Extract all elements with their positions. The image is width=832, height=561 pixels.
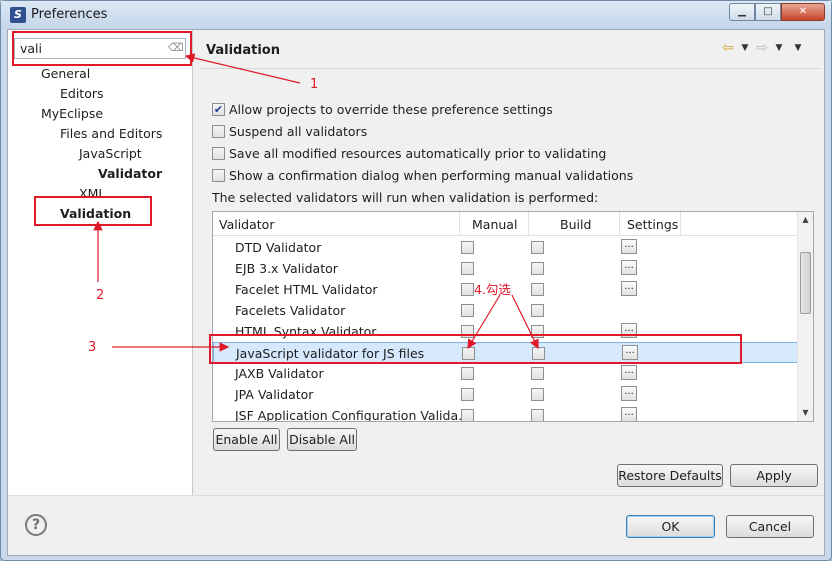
preferences-window: S Preferences ▁ □ ✕ vali ⌫ General Editor… bbox=[0, 0, 832, 561]
column-header-settings[interactable]: Settings bbox=[627, 217, 678, 232]
settings-button[interactable]: ... bbox=[621, 407, 637, 421]
validator-name: Facelets Validator bbox=[235, 303, 346, 318]
column-header-manual[interactable]: Manual bbox=[472, 217, 517, 232]
back-dropdown-icon[interactable]: ▼ bbox=[740, 43, 750, 53]
option-label[interactable]: Show a confirmation dialog when performi… bbox=[229, 168, 633, 183]
build-checkbox[interactable] bbox=[531, 388, 544, 401]
table-row[interactable]: JSF Application Configuration Valida....… bbox=[213, 405, 799, 422]
settings-button[interactable]: ... bbox=[621, 281, 637, 296]
option-row: Save all modified resources automaticall… bbox=[212, 146, 606, 161]
apply-button[interactable]: Apply bbox=[730, 464, 818, 487]
annotation-number-1: 1 bbox=[310, 77, 319, 92]
build-checkbox[interactable] bbox=[531, 304, 544, 317]
close-button[interactable]: ✕ bbox=[781, 3, 825, 21]
option-label[interactable]: Suspend all validators bbox=[229, 124, 367, 139]
preferences-tree-panel: vali ⌫ General Editors MyEclipse Files and … bbox=[8, 30, 193, 495]
dialog-client: vali ⌫ General Editors MyEclipse Files and … bbox=[7, 29, 825, 556]
validator-name: Facelet HTML Validator bbox=[235, 282, 378, 297]
tree-item-validator[interactable]: Validator bbox=[98, 166, 162, 181]
enable-all-button[interactable]: Enable All bbox=[213, 428, 280, 451]
annotation-number-3: 3 bbox=[88, 340, 97, 355]
option-checkbox[interactable] bbox=[212, 169, 225, 182]
manual-checkbox[interactable] bbox=[461, 241, 474, 254]
table-scrollbar[interactable]: ▲ ▼ bbox=[797, 212, 813, 421]
settings-button[interactable]: ... bbox=[621, 260, 637, 275]
table-row[interactable]: DTD Validator... bbox=[213, 237, 799, 258]
annotation-number-2: 2 bbox=[96, 288, 105, 303]
tree-item-javascript[interactable]: JavaScript bbox=[79, 146, 142, 161]
scroll-up-icon[interactable]: ▲ bbox=[798, 212, 813, 228]
scroll-thumb[interactable] bbox=[800, 252, 811, 314]
validator-name: JSF Application Configuration Valida... bbox=[235, 408, 471, 422]
forward-dropdown-icon[interactable]: ▼ bbox=[774, 43, 784, 53]
table-row[interactable]: EJB 3.x Validator... bbox=[213, 258, 799, 279]
validator-name: EJB 3.x Validator bbox=[235, 261, 338, 276]
manual-checkbox[interactable] bbox=[461, 388, 474, 401]
option-checkbox[interactable] bbox=[212, 125, 225, 138]
help-icon[interactable]: ? bbox=[25, 514, 47, 536]
manual-checkbox[interactable] bbox=[461, 283, 474, 296]
build-checkbox[interactable] bbox=[531, 241, 544, 254]
table-row[interactable]: JPA Validator... bbox=[213, 384, 799, 405]
ok-button[interactable]: OK bbox=[626, 515, 715, 538]
build-checkbox[interactable] bbox=[531, 283, 544, 296]
forward-arrow-icon[interactable]: ⇨ bbox=[754, 40, 770, 56]
manual-checkbox[interactable] bbox=[461, 367, 474, 380]
build-checkbox[interactable] bbox=[531, 409, 544, 421]
table-header: Validator Manual Build Settings bbox=[213, 212, 799, 236]
validators-info-text: The selected validators will run when va… bbox=[212, 190, 599, 205]
build-checkbox[interactable] bbox=[531, 367, 544, 380]
validators-table: Validator Manual Build Settings DTD Vali… bbox=[212, 211, 814, 422]
view-menu-icon[interactable]: ▼ bbox=[792, 43, 804, 53]
tree-item-general[interactable]: General bbox=[41, 66, 90, 81]
page-title: Validation bbox=[206, 43, 280, 58]
option-label[interactable]: Save all modified resources automaticall… bbox=[229, 146, 606, 161]
validator-name: JAXB Validator bbox=[235, 366, 324, 381]
column-header-build[interactable]: Build bbox=[560, 217, 591, 232]
back-arrow-icon[interactable]: ⇦ bbox=[720, 40, 736, 56]
option-checkbox[interactable] bbox=[212, 147, 225, 160]
table-row[interactable]: JAXB Validator... bbox=[213, 363, 799, 384]
column-header-validator[interactable]: Validator bbox=[219, 217, 274, 232]
tree-item-myeclipse[interactable]: MyEclipse bbox=[41, 106, 103, 121]
annotation-box-js-row bbox=[209, 334, 742, 364]
cancel-button[interactable]: Cancel bbox=[726, 515, 814, 538]
annotation-step-4-check: 4.勾选 bbox=[474, 282, 511, 297]
minimize-button[interactable]: ▁ bbox=[729, 3, 755, 21]
disable-all-button[interactable]: Disable All bbox=[287, 428, 357, 451]
dialog-button-bar: ? OK Cancel bbox=[8, 495, 824, 555]
validator-name: DTD Validator bbox=[235, 240, 322, 255]
tree-item-editors[interactable]: Editors bbox=[60, 86, 104, 101]
manual-checkbox[interactable] bbox=[461, 304, 474, 317]
option-row: Suspend all validators bbox=[212, 124, 367, 139]
validator-name: JPA Validator bbox=[235, 387, 314, 402]
annotation-box-validation bbox=[34, 196, 152, 226]
app-icon: S bbox=[10, 7, 26, 23]
build-checkbox[interactable] bbox=[531, 262, 544, 275]
annotation-box-filter bbox=[12, 31, 192, 66]
title-separator bbox=[200, 68, 820, 69]
settings-button[interactable]: ... bbox=[621, 365, 637, 380]
table-row[interactable]: Facelets Validator bbox=[213, 300, 799, 321]
settings-button[interactable]: ... bbox=[621, 239, 637, 254]
title-bar: S Preferences ▁ □ ✕ bbox=[1, 1, 831, 29]
maximize-button[interactable]: □ bbox=[755, 3, 781, 21]
scroll-down-icon[interactable]: ▼ bbox=[798, 405, 813, 421]
manual-checkbox[interactable] bbox=[461, 262, 474, 275]
window-title: Preferences bbox=[31, 7, 108, 22]
restore-defaults-button[interactable]: Restore Defaults bbox=[617, 464, 723, 487]
page-navigation: ⇦ ▼ ⇨ ▼ ▼ bbox=[720, 40, 804, 56]
option-checkbox[interactable]: ✔ bbox=[212, 103, 225, 116]
tree-item-files-and-editors[interactable]: Files and Editors bbox=[60, 126, 162, 141]
settings-button[interactable]: ... bbox=[621, 386, 637, 401]
manual-checkbox[interactable] bbox=[461, 409, 474, 421]
option-label[interactable]: Allow projects to override these prefere… bbox=[229, 102, 553, 117]
option-row: ✔ Allow projects to override these prefer… bbox=[212, 102, 553, 117]
option-row: Show a confirmation dialog when performi… bbox=[212, 168, 633, 183]
